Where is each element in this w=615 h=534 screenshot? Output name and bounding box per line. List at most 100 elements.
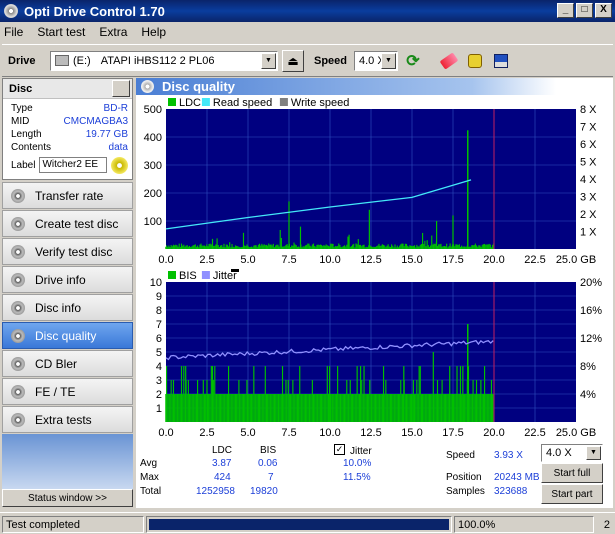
bis-bar: [312, 394, 315, 422]
ldc-bar: [448, 246, 450, 249]
ldc-bar: [209, 243, 211, 249]
bis-bar: [186, 394, 188, 422]
ldc-bar: [276, 244, 278, 249]
bis-bar: [211, 366, 214, 422]
x-tick-label: 20.0: [483, 427, 504, 439]
start-full-button[interactable]: Start full: [541, 463, 603, 483]
ldc-bar: [240, 246, 242, 249]
bis-bar: [175, 394, 177, 422]
bis-bar: [404, 394, 406, 422]
speed-select[interactable]: 4.0 X ▼: [354, 50, 398, 71]
drive-letter: (E:): [73, 54, 91, 67]
maximize-button[interactable]: □: [576, 3, 593, 18]
nav-cd-bler[interactable]: CD Bler: [2, 350, 133, 377]
ldc-bar: [469, 246, 471, 249]
erase-button[interactable]: [438, 50, 460, 72]
ldc-bar: [188, 245, 191, 249]
ldc-bar: [201, 245, 203, 249]
status-window-button[interactable]: Status window >>: [2, 489, 133, 507]
y2-tick-label: 12%: [580, 333, 602, 345]
ldc-bar: [471, 245, 473, 249]
nav-create-test-disc[interactable]: Create test disc: [2, 210, 133, 237]
ldc-bar: [396, 245, 398, 249]
ldc-bar: [234, 245, 237, 249]
copy-button[interactable]: [464, 50, 486, 72]
y2-tick-label: 8 X: [580, 104, 597, 116]
close-button[interactable]: X: [595, 3, 612, 18]
bis-bar: [378, 394, 380, 422]
disc-label-button[interactable]: [111, 156, 128, 174]
bis-bar: [260, 394, 262, 422]
bis-bar: [473, 394, 475, 422]
bis-bar: [431, 394, 433, 422]
bis-bar: [388, 394, 390, 422]
total-ldc: 1252958: [196, 486, 235, 497]
bis-bar: [412, 380, 414, 422]
save-button[interactable]: [490, 50, 512, 72]
ldc-bar: [438, 244, 440, 249]
drive-select[interactable]: (E:) ATAPI iHBS112 2 PL06 ▼: [50, 50, 278, 71]
bis-bar: [472, 380, 474, 422]
ldc-bar: [354, 247, 356, 249]
bis-bar: [210, 366, 212, 422]
disc-label-input[interactable]: Witcher2 EE: [39, 157, 107, 173]
ldc-bar: [196, 245, 199, 249]
nav-extra-tests[interactable]: Extra tests: [2, 406, 133, 433]
ldc-bar: [458, 244, 460, 249]
bis-bar: [285, 380, 287, 422]
nav-verify-test-disc[interactable]: Verify test disc: [2, 238, 133, 265]
bis-bar: [219, 394, 222, 422]
bis-bar: [351, 394, 354, 422]
chart2-legend-swatch: [168, 271, 176, 279]
menu-extra[interactable]: Extra: [99, 25, 127, 39]
bis-bar: [192, 394, 194, 422]
y2-tick-label: 8%: [580, 361, 596, 373]
nav-drive-info[interactable]: Drive info: [2, 266, 133, 293]
ldc-bar: [214, 245, 216, 249]
bis-bar: [306, 394, 308, 422]
menu-file[interactable]: File: [4, 25, 23, 39]
ldc-bar: [425, 246, 427, 249]
ldc-bar: [408, 246, 410, 249]
test-speed-select[interactable]: 4.0 X ▼: [541, 444, 603, 462]
bis-bar: [371, 394, 373, 422]
ldc-bar: [272, 243, 274, 249]
ldc-bar: [357, 239, 359, 249]
ldc-bar: [395, 247, 397, 249]
refresh-button[interactable]: ⟳: [402, 50, 424, 72]
x-tick-label: 7.5: [281, 427, 296, 439]
ldc-bar: [449, 243, 451, 249]
jitter-checkbox[interactable]: ✓: [334, 444, 345, 455]
ldc-bar: [332, 243, 334, 249]
nav-fe-te[interactable]: FE / TE: [2, 378, 133, 405]
nav-disc-info[interactable]: Disc info: [2, 294, 133, 321]
samples-value: 323688: [494, 486, 528, 497]
ldc-bar: [463, 246, 465, 249]
bis-bar: [346, 380, 348, 422]
ldc-bar: [283, 246, 285, 249]
nav-transfer-rate[interactable]: Transfer rate: [2, 182, 133, 209]
bis-bar: [233, 394, 235, 422]
ldc-bar: [224, 247, 226, 249]
menu-start-test[interactable]: Start test: [37, 25, 85, 39]
ldc-bar: [254, 245, 256, 249]
bis-bar: [444, 394, 447, 422]
ldc-bar: [473, 244, 475, 249]
start-part-button[interactable]: Start part: [541, 484, 603, 504]
menu-help[interactable]: Help: [141, 25, 166, 39]
ldc-bar: [422, 232, 424, 249]
ldc-bar: [428, 246, 431, 249]
bis-bar: [195, 394, 197, 422]
eject-button[interactable]: ⏏: [282, 49, 304, 72]
disc-refresh-button[interactable]: [112, 80, 130, 97]
bis-bar: [446, 394, 448, 422]
bis-bar: [334, 394, 336, 422]
bis-bar: [239, 394, 241, 422]
bis-bar: [457, 394, 459, 422]
ldc-bar: [198, 247, 200, 249]
bis-bar: [317, 394, 319, 422]
bis-bar: [465, 394, 467, 422]
nav-disc-quality[interactable]: Disc quality: [2, 322, 133, 349]
minimize-button[interactable]: _: [557, 3, 574, 18]
nav-label: CD Bler: [35, 356, 78, 371]
